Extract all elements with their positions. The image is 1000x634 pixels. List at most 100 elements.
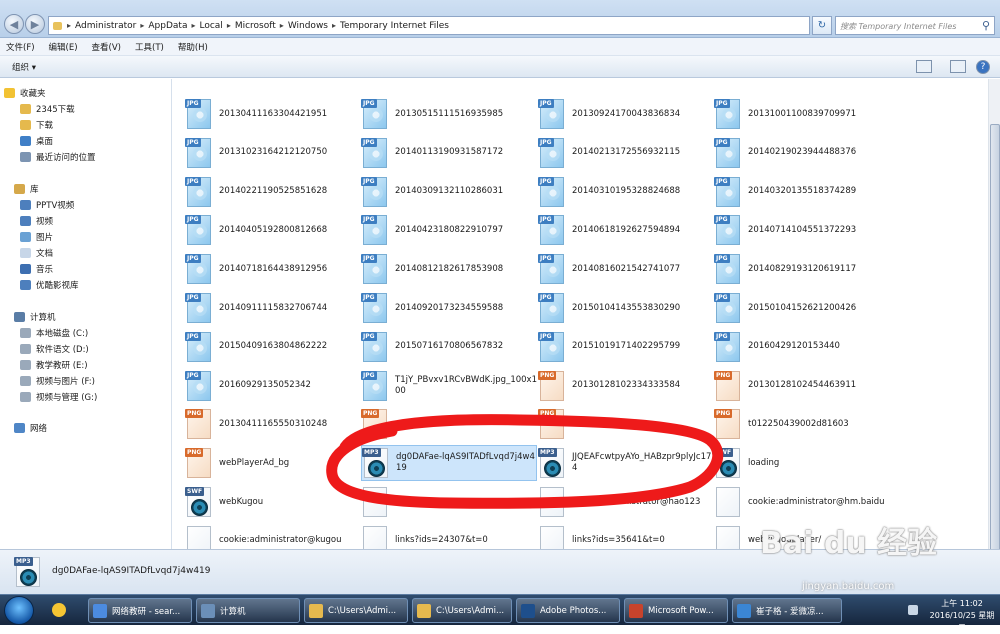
view-options-icon[interactable]: [916, 60, 932, 73]
file-item[interactable]: PNG: [538, 406, 714, 442]
task-computer[interactable]: 计算机: [196, 598, 300, 623]
file-item[interactable]: PNG webPlayerAd_bg: [185, 445, 361, 481]
task-ie[interactable]: 崔子格 - 爱微凉...: [732, 598, 842, 623]
nav-item-youku[interactable]: 优酷影视库: [20, 279, 79, 291]
start-button[interactable]: [4, 596, 34, 625]
file-item[interactable]: JPG 20150409163804862222: [185, 329, 361, 365]
search-input[interactable]: 搜索 Temporary Internet Files ⚲: [835, 16, 995, 35]
file-item[interactable]: PNG: [361, 406, 537, 442]
breadcrumb-item[interactable]: Administrator: [71, 21, 140, 31]
file-item[interactable]: JPG 20140423180822910797: [361, 212, 537, 248]
nav-item-recent[interactable]: 最近访问的位置: [20, 151, 96, 163]
file-item[interactable]: JPG 20140113190931587172: [361, 135, 537, 171]
refresh-button[interactable]: ↻: [812, 16, 832, 35]
file-item[interactable]: JPG 20150716170806567832: [361, 329, 537, 365]
menu-tools[interactable]: 工具(T): [135, 41, 164, 53]
file-item[interactable]: JPG 20140213172556932115: [538, 135, 714, 171]
breadcrumb-item[interactable]: Local: [195, 21, 226, 31]
file-item[interactable]: JPG 20140219023944488376: [714, 135, 890, 171]
nav-libraries[interactable]: 库: [14, 183, 39, 195]
breadcrumb-item[interactable]: AppData: [144, 21, 191, 31]
nav-item-music[interactable]: 音乐: [20, 263, 53, 275]
file-item[interactable]: PNG t012250439002d81603: [714, 406, 890, 442]
menu-file[interactable]: 文件(F): [6, 41, 35, 53]
nav-drive-f[interactable]: 视频与图片 (F:): [20, 375, 95, 387]
organize-button[interactable]: 组织 ▾: [12, 61, 36, 73]
nav-item-videos[interactable]: 视频: [20, 215, 53, 227]
breadcrumb[interactable]: ▸ Administrator ▸ AppData ▸ Local ▸ Microso…: [48, 16, 810, 35]
nav-item-downloads[interactable]: 下载: [20, 119, 53, 131]
file-item[interactable]: JPG 20140718164438912956: [185, 251, 361, 287]
nav-item-pptv[interactable]: PPTV视频: [20, 199, 74, 211]
file-item[interactable]: JPG 20140310195328824688: [538, 174, 714, 210]
file-item[interactable]: MP3 dg0DAFae-lqAS9ITADfLvqd7j4w419: [361, 445, 537, 482]
nav-network[interactable]: 网络: [14, 422, 47, 434]
file-item[interactable]: JPG 20140920173234559588: [361, 290, 537, 326]
file-item[interactable]: cookie:administrator@hm.baidu: [714, 484, 890, 520]
volume-icon[interactable]: [908, 605, 918, 615]
vertical-scrollbar[interactable]: [988, 79, 1000, 564]
file-item[interactable]: links?ids=35641&t=0: [538, 523, 714, 549]
system-clock[interactable]: 上午 11:02 2016/10/25 星期二: [928, 598, 996, 634]
file-item[interactable]: JPG T1jY_PBvxv1RCvBWdK.jpg_100x100: [361, 368, 537, 404]
menu-help[interactable]: 帮助(H): [178, 41, 208, 53]
file-item[interactable]: JPG 20140816021542741077: [538, 251, 714, 287]
back-button[interactable]: ◀: [4, 14, 24, 34]
menu-edit[interactable]: 编辑(E): [49, 41, 78, 53]
file-item[interactable]: JPG 20150104152621200426: [714, 290, 890, 326]
task-browser[interactable]: 网络教研 - sear...: [88, 598, 192, 623]
file-item[interactable]: JPG 20130515111516935985: [361, 96, 537, 132]
forward-button[interactable]: ▶: [25, 14, 45, 34]
file-item[interactable]: MP3 JJQEAFcwtpyAYo_HABzpr9plyJc174: [538, 445, 714, 481]
search-icon[interactable]: ⚲: [982, 19, 990, 32]
task-powerpoint[interactable]: Microsoft Pow...: [624, 598, 728, 623]
file-item[interactable]: JPG 20140829193120619117: [714, 251, 890, 287]
file-item[interactable]: JPG 20130924170043836834: [538, 96, 714, 132]
nav-item-2345[interactable]: 2345下载: [20, 103, 75, 115]
file-item[interactable]: JPG 20140320135518374289: [714, 174, 890, 210]
file-item[interactable]: JPG 20140618192627594894: [538, 212, 714, 248]
help-icon[interactable]: ?: [976, 60, 990, 74]
file-item[interactable]: SWF webKugou: [185, 484, 361, 520]
nav-drive-d[interactable]: 软件语文 (D:): [20, 343, 89, 355]
task-photoshop[interactable]: Adobe Photos...: [516, 598, 620, 623]
qq-icon[interactable]: [52, 603, 66, 617]
file-item[interactable]: [361, 484, 537, 520]
nav-drive-e[interactable]: 教学教研 (E:): [20, 359, 88, 371]
task-explorer-1[interactable]: C:\Users\Admi...: [304, 598, 408, 623]
file-item[interactable]: JPG 20151019171402295799: [538, 329, 714, 365]
file-item[interactable]: cookie:administrator@kugou: [185, 523, 361, 549]
file-item[interactable]: JPG 20140405192800812668: [185, 212, 361, 248]
scrollbar-thumb[interactable]: [990, 124, 1000, 564]
file-item[interactable]: PNG 20130411165550310248: [185, 406, 361, 442]
file-item[interactable]: JPG 20160429120153440: [714, 329, 890, 365]
file-item[interactable]: PNG 20130128102334333584: [538, 368, 714, 404]
file-item[interactable]: JPG 20130411163304421951: [185, 96, 361, 132]
file-item[interactable]: JPG 20140221190525851628: [185, 174, 361, 210]
file-item[interactable]: JPG 20140309132110286031: [361, 174, 537, 210]
file-item[interactable]: JPG 20131023164212120750: [185, 135, 361, 171]
nav-drive-c[interactable]: 本地磁盘 (C:): [20, 327, 88, 339]
nav-item-pictures[interactable]: 图片: [20, 231, 53, 243]
file-item[interactable]: PNG 20130128102454463911: [714, 368, 890, 404]
nav-drive-g[interactable]: 视频与管理 (G:): [20, 391, 97, 403]
nav-favorites[interactable]: 收藏夹: [4, 87, 46, 99]
file-item[interactable]: JPG 20160929135052342: [185, 368, 361, 404]
breadcrumb-item[interactable]: Windows: [284, 21, 332, 31]
preview-pane-icon[interactable]: [950, 60, 966, 73]
file-item[interactable]: cookie:administrator@hao123: [538, 484, 714, 520]
nav-item-desktop[interactable]: 桌面: [20, 135, 53, 147]
file-item[interactable]: JPG 20140714104551372293: [714, 212, 890, 248]
file-item[interactable]: JPG 20140911115832706744: [185, 290, 361, 326]
file-item[interactable]: SWF loading: [714, 445, 890, 481]
file-item[interactable]: JPG 20140812182617853908: [361, 251, 537, 287]
menu-view[interactable]: 查看(V): [92, 41, 121, 53]
file-item[interactable]: JPG 20131001100839709971: [714, 96, 890, 132]
breadcrumb-item[interactable]: Temporary Internet Files: [336, 21, 453, 31]
task-explorer-2[interactable]: C:\Users\Admi...: [412, 598, 512, 623]
nav-computer[interactable]: 计算机: [14, 311, 56, 323]
file-item[interactable]: JPG 20150104143553830290: [538, 290, 714, 326]
nav-item-documents[interactable]: 文档: [20, 247, 53, 259]
breadcrumb-item[interactable]: Microsoft: [231, 21, 280, 31]
file-item[interactable]: links?ids=24307&t=0: [361, 523, 537, 549]
